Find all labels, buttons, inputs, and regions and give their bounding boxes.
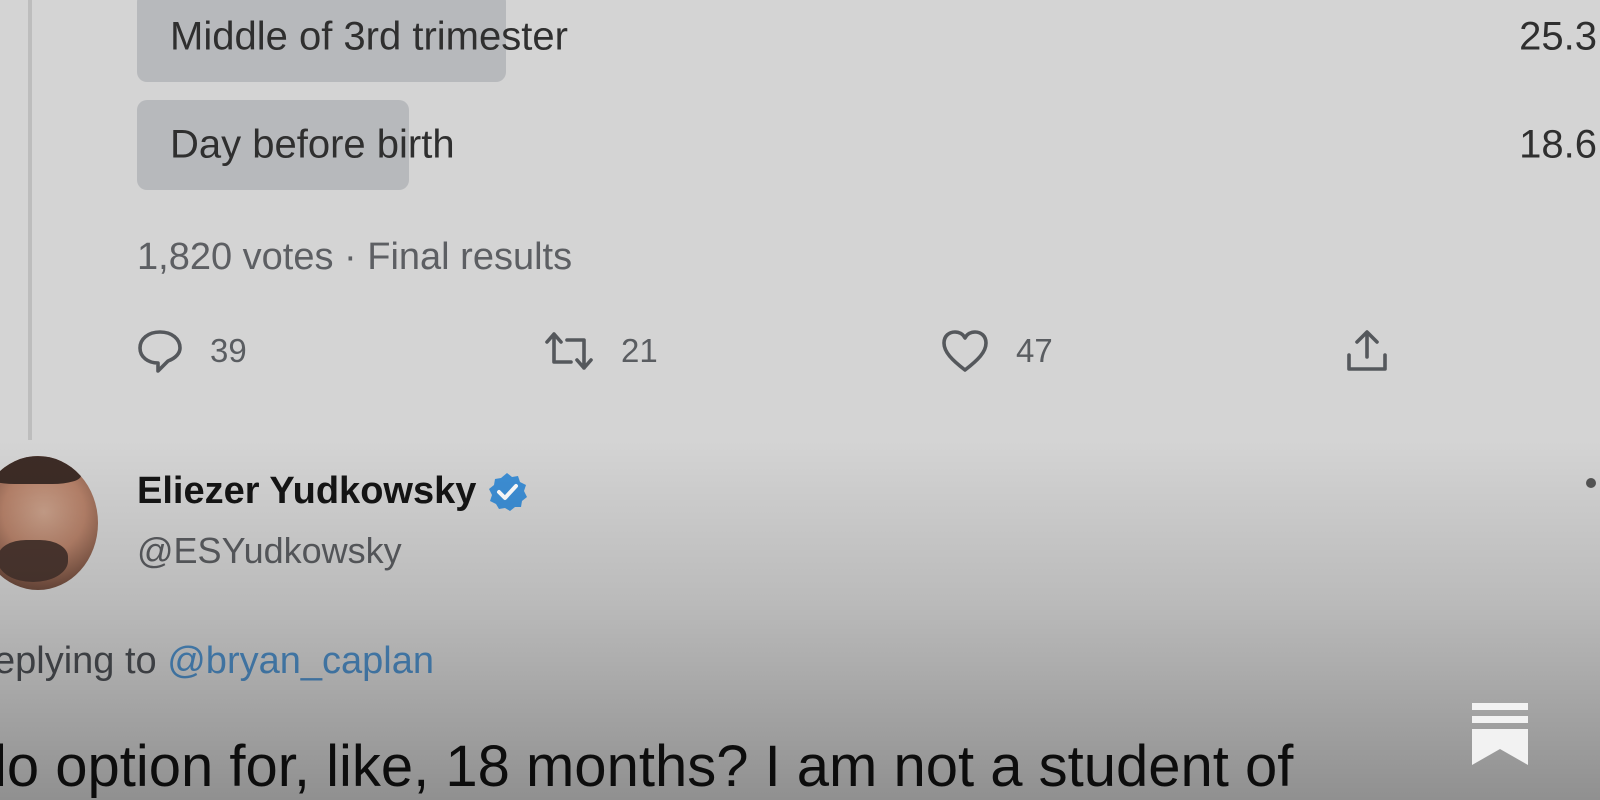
author-name[interactable]: Eliezer Yudkowsky [137,470,476,513]
tweet-body-text: lo option for, like, 18 months? I am not… [0,734,1294,799]
verified-badge-icon [486,471,528,513]
retweet-icon [543,330,595,372]
more-options-icon[interactable] [1586,478,1596,488]
like-count: 47 [1016,332,1053,369]
screenshot-canvas: Middle of 3rd trimester 25.3 Day before … [0,0,1600,800]
reply-count: 39 [210,332,247,369]
avatar-hair [0,456,81,484]
retweet-button[interactable]: 21 [543,326,658,376]
share-button[interactable] [1343,326,1391,376]
avatar-beard [0,540,68,582]
poll-vote-summary: 1,820 votes · Final results [137,236,573,278]
replying-to-line: eplying to @bryan_caplan [0,640,434,683]
avatar[interactable] [0,456,98,590]
poll-option-percent: 18.6 [1519,122,1597,167]
share-icon [1343,327,1391,375]
heart-icon [940,328,990,374]
retweet-count: 21 [621,332,658,369]
reply-icon [136,328,184,374]
replying-prefix: eplying to [0,640,168,682]
poll-option: Day before birth 18.6 [137,100,1597,190]
reply-button[interactable]: 39 [136,326,247,376]
poll-option-label: Middle of 3rd trimester [170,14,568,59]
poll-option-percent: 25.3 [1519,14,1597,59]
like-button[interactable]: 47 [940,326,1053,376]
author-handle[interactable]: @ESYudkowsky [137,530,402,572]
poll-option-label: Day before birth [170,122,455,167]
poll-option: Middle of 3rd trimester 25.3 [137,0,1597,82]
thread-connector-line [28,0,32,440]
author-name-row[interactable]: Eliezer Yudkowsky [137,470,528,513]
replying-mention-link[interactable]: @bryan_caplan [167,640,434,682]
substack-logo-icon [1472,703,1528,767]
